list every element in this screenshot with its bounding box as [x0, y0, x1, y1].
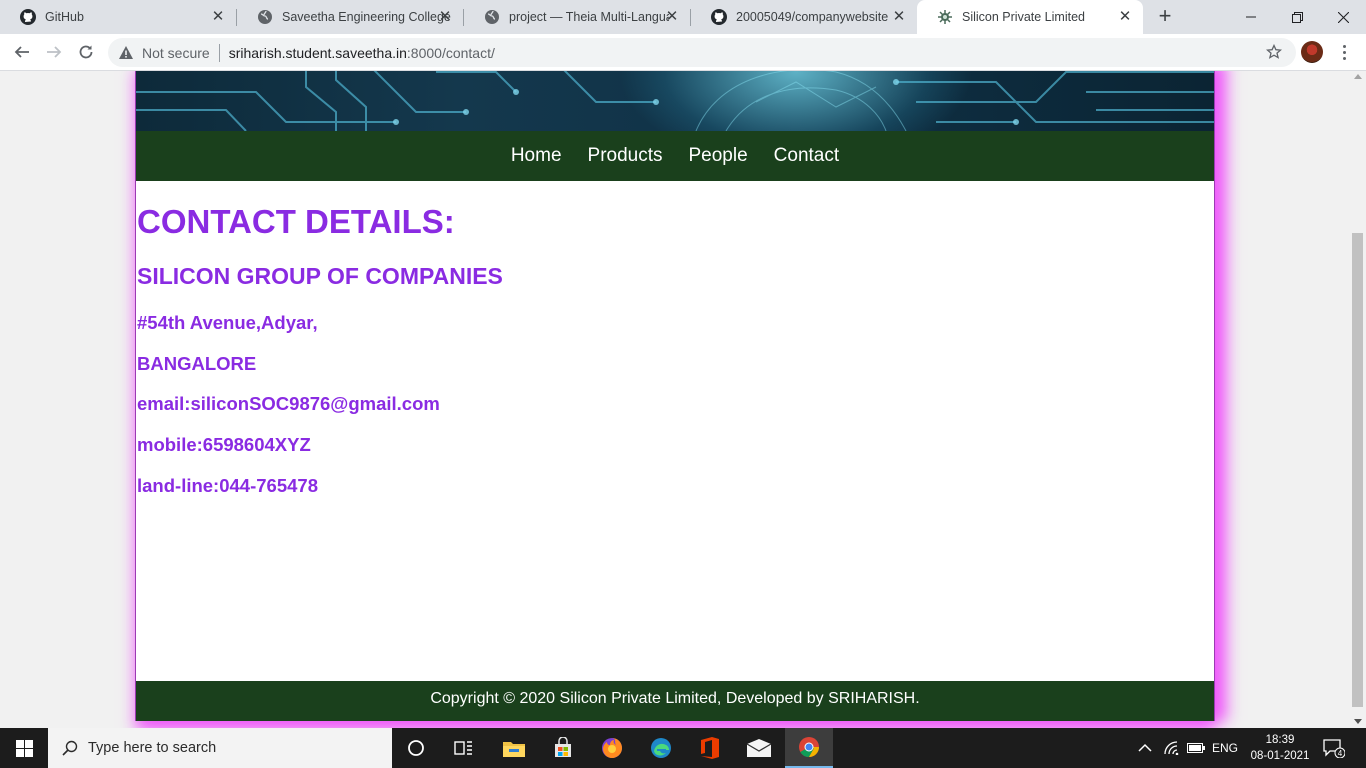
- mail-icon[interactable]: [735, 728, 783, 768]
- browser-toolbar: Not secure sriharish.student.saveetha.in…: [0, 34, 1366, 71]
- close-tab-icon[interactable]: ✕: [210, 9, 226, 25]
- scrollbar-thumb[interactable]: [1352, 233, 1363, 707]
- search-icon: [62, 740, 78, 756]
- tab-strip: GitHub ✕ Saveetha Engineering College ✕ …: [0, 0, 1366, 34]
- tab-title: Saveetha Engineering College: [282, 10, 451, 24]
- nav-products-link[interactable]: Products: [575, 131, 676, 181]
- site-footer: Copyright © 2020 Silicon Private Limited…: [136, 681, 1214, 721]
- clock-date: 08-01-2021: [1250, 750, 1310, 762]
- url-host: sriharish.student.saveetha.in: [228, 44, 407, 61]
- address-divider: [218, 43, 220, 62]
- forward-arrow-icon: [47, 46, 62, 58]
- browser-menu-icon[interactable]: [1336, 42, 1352, 62]
- task-view-icon[interactable]: [440, 728, 488, 768]
- battery-icon[interactable]: [1187, 728, 1205, 768]
- nav-home-link[interactable]: Home: [498, 131, 575, 181]
- tab-title: GitHub: [45, 10, 84, 24]
- file-explorer-icon[interactable]: [490, 728, 538, 768]
- reload-icon: [79, 45, 93, 59]
- close-tab-icon[interactable]: ✕: [891, 9, 907, 25]
- office-icon[interactable]: [686, 728, 734, 768]
- scroll-up-arrow-icon[interactable]: [1354, 74, 1362, 79]
- tab-github[interactable]: GitHub ✕: [0, 0, 236, 34]
- city-line: BANGALORE: [137, 353, 257, 374]
- globe-icon: [257, 9, 273, 25]
- warning-icon: [119, 45, 133, 59]
- page-title: CONTACT DETAILS:: [137, 203, 455, 240]
- close-window-button[interactable]: [1320, 0, 1366, 34]
- email-line: email:siliconSOC9876@gmail.com: [137, 393, 440, 414]
- tab-companywebsite[interactable]: 20005049/companywebsite ✕: [691, 0, 917, 34]
- close-tab-icon[interactable]: ✕: [437, 9, 453, 25]
- back-button[interactable]: [9, 39, 35, 65]
- nav-people-link[interactable]: People: [676, 131, 761, 181]
- windows-taskbar: Type here to search ENG 18:39 08-01-2021: [0, 728, 1366, 768]
- nav-contact-link[interactable]: Contact: [761, 131, 852, 181]
- github-icon: [20, 9, 36, 25]
- start-button[interactable]: [0, 728, 48, 768]
- search-placeholder: Type here to search: [88, 740, 217, 756]
- windows-logo-icon: [15, 739, 33, 757]
- notification-count: 4: [1338, 749, 1343, 758]
- profile-avatar[interactable]: [1301, 41, 1323, 63]
- company-name: SILICON GROUP OF COMPANIES: [137, 263, 503, 289]
- tab-saveetha[interactable]: Saveetha Engineering College ✕: [237, 0, 463, 34]
- new-tab-button[interactable]: +: [1153, 5, 1177, 29]
- back-arrow-icon: [14, 46, 29, 58]
- tab-title: Silicon Private Limited: [962, 10, 1085, 24]
- tab-theia[interactable]: project — Theia Multi-Languag ✕: [464, 0, 690, 34]
- landline-line: land-line:044-765478: [137, 475, 318, 496]
- site-favicon-icon: [937, 9, 953, 25]
- restore-button[interactable]: [1274, 0, 1320, 34]
- site-container: Home Products People Contact CONTACT DET…: [135, 71, 1215, 721]
- close-tab-icon[interactable]: ✕: [1117, 9, 1133, 25]
- tab-title: project — Theia Multi-Languag: [509, 10, 669, 24]
- edge-icon[interactable]: [637, 728, 685, 768]
- minimize-button[interactable]: [1228, 0, 1274, 34]
- clock-time: 18:39: [1265, 734, 1295, 746]
- firefox-icon[interactable]: [588, 728, 636, 768]
- github-icon: [711, 9, 727, 25]
- page-viewport: Home Products People Contact CONTACT DET…: [0, 71, 1350, 728]
- mobile-line: mobile:6598604XYZ: [137, 434, 311, 455]
- close-tab-icon[interactable]: ✕: [664, 9, 680, 25]
- system-clock[interactable]: 18:39 08-01-2021: [1248, 732, 1312, 764]
- action-center-icon[interactable]: 4: [1323, 728, 1345, 768]
- vertical-scrollbar[interactable]: [1350, 71, 1366, 728]
- cortana-icon[interactable]: [392, 728, 440, 768]
- tab-silicon[interactable]: Silicon Private Limited ✕: [917, 0, 1143, 34]
- bookmark-star-icon[interactable]: [1266, 44, 1282, 60]
- url-path: :8000/contact/: [406, 44, 495, 61]
- globe-icon: [484, 9, 500, 25]
- tab-title: 20005049/companywebsite: [736, 10, 889, 24]
- show-hidden-icons-chevron-icon[interactable]: [1138, 728, 1152, 768]
- wifi-icon[interactable]: [1164, 728, 1180, 768]
- forward-button[interactable]: [41, 39, 67, 65]
- site-nav: Home Products People Contact: [136, 131, 1214, 181]
- reload-button[interactable]: [73, 39, 99, 65]
- security-label[interactable]: Not secure: [142, 45, 210, 61]
- address-bar[interactable]: Not secure sriharish.student.saveetha.in…: [108, 38, 1296, 67]
- chrome-icon[interactable]: [785, 728, 833, 768]
- language-indicator[interactable]: ENG: [1212, 728, 1238, 768]
- address-line: #54th Avenue,Adyar,: [137, 312, 318, 333]
- header-banner-image: [136, 71, 1214, 131]
- store-icon[interactable]: [539, 728, 587, 768]
- scroll-down-arrow-icon[interactable]: [1354, 719, 1362, 724]
- taskbar-search-box[interactable]: Type here to search: [48, 728, 392, 768]
